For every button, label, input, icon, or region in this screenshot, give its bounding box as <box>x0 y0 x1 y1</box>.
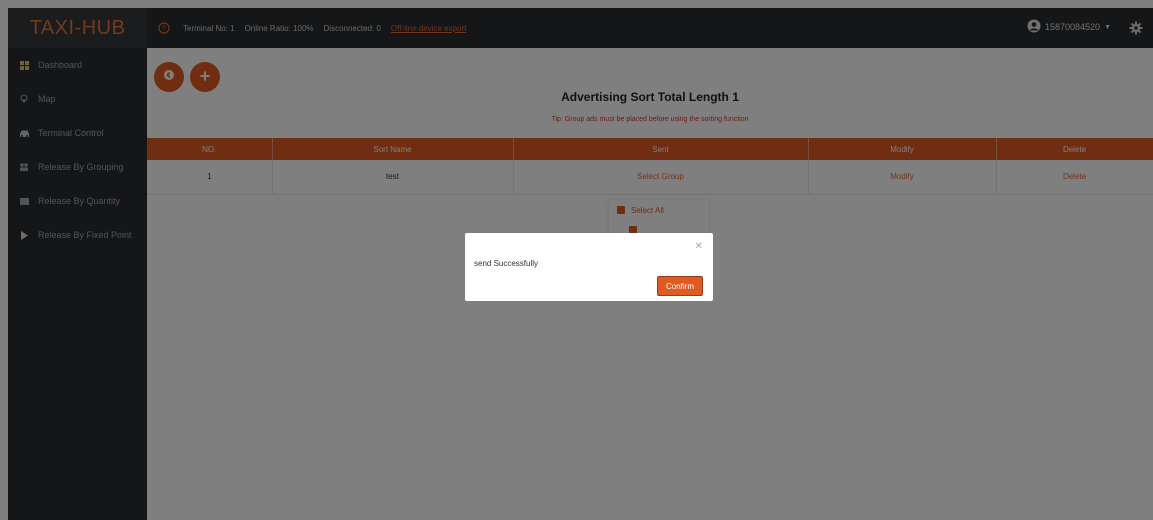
close-icon[interactable]: ✕ <box>695 241 703 252</box>
confirm-button[interactable]: Confirm <box>657 276 703 296</box>
success-dialog: ✕ send Successfully Confirm <box>465 233 713 301</box>
dialog-message: send Successfully <box>474 259 539 268</box>
